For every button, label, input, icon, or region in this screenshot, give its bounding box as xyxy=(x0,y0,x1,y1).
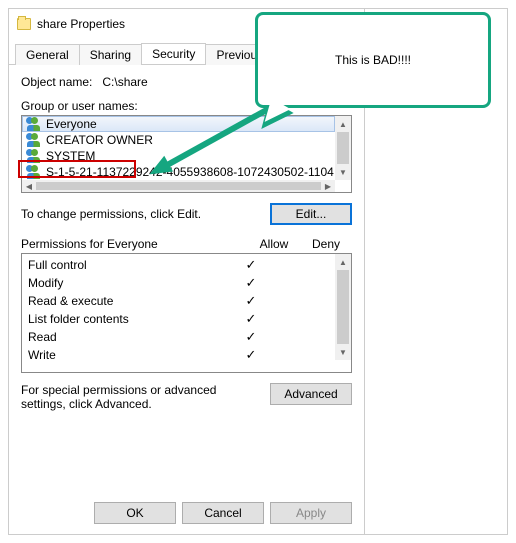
allow-header: Allow xyxy=(248,237,300,251)
permissions-header: Permissions for Everyone Allow Deny xyxy=(21,237,352,251)
permission-name: Full control xyxy=(28,258,225,272)
checkmark-icon: ✓ xyxy=(225,329,277,345)
scroll-thumb[interactable] xyxy=(337,132,349,164)
cancel-button[interactable]: Cancel xyxy=(182,502,264,524)
horizontal-scrollbar[interactable]: ◀ ▶ xyxy=(22,180,335,192)
edit-hint-text: To change permissions, click Edit. xyxy=(21,207,270,221)
permissions-listbox[interactable]: Full control✓Modify✓Read & execute✓List … xyxy=(21,253,352,373)
scroll-down-icon[interactable]: ▼ xyxy=(335,164,351,180)
checkmark-icon: ✓ xyxy=(225,311,277,327)
scroll-down-icon[interactable]: ▼ xyxy=(335,344,351,360)
permission-name: Modify xyxy=(28,276,225,290)
edit-row: To change permissions, click Edit. Edit.… xyxy=(21,203,352,225)
checkmark-icon: ✓ xyxy=(225,257,277,273)
permission-name: List folder contents xyxy=(28,312,225,326)
advanced-button[interactable]: Advanced xyxy=(270,383,352,405)
checkmark-icon: ✓ xyxy=(225,293,277,309)
scroll-thumb[interactable] xyxy=(337,270,349,344)
users-icon xyxy=(26,117,42,131)
vertical-scrollbar[interactable]: ▲ ▼ xyxy=(335,254,351,360)
annotation-arrow xyxy=(148,106,276,176)
permission-row: Modify✓ xyxy=(28,274,329,292)
deny-header: Deny xyxy=(300,237,352,251)
object-name-value: C:\share xyxy=(102,75,147,89)
apply-button[interactable]: Apply xyxy=(270,502,352,524)
permission-row: Read & execute✓ xyxy=(28,292,329,310)
permission-row: Write✓ xyxy=(28,346,329,364)
callout-text: This is BAD!!!! xyxy=(335,53,411,67)
highlight-rectangle xyxy=(18,160,136,178)
permission-name: Write xyxy=(28,348,225,362)
folder-icon xyxy=(17,18,31,30)
group-item-label: Everyone xyxy=(46,117,97,131)
scroll-left-icon[interactable]: ◀ xyxy=(22,180,36,192)
advanced-row: For special permissions or advanced sett… xyxy=(21,383,352,411)
window-title: share Properties xyxy=(37,17,125,31)
annotation-callout: This is BAD!!!! xyxy=(255,12,491,108)
permission-row: Full control✓ xyxy=(28,256,329,274)
object-name-label: Object name: xyxy=(21,75,92,89)
ok-button[interactable]: OK xyxy=(94,502,176,524)
scroll-thumb[interactable] xyxy=(36,182,321,190)
users-icon xyxy=(26,133,42,147)
scroll-up-icon[interactable]: ▲ xyxy=(335,254,351,270)
dialog-footer: OK Cancel Apply xyxy=(9,492,364,534)
permission-row: Read✓ xyxy=(28,328,329,346)
scroll-right-icon[interactable]: ▶ xyxy=(321,180,335,192)
tab-general[interactable]: General xyxy=(15,44,80,65)
checkmark-icon: ✓ xyxy=(225,275,277,291)
group-item-label: CREATOR OWNER xyxy=(46,133,153,147)
edit-button[interactable]: Edit... xyxy=(270,203,352,225)
vertical-scrollbar[interactable]: ▲ ▼ xyxy=(335,116,351,180)
permission-name: Read xyxy=(28,330,225,344)
tab-security[interactable]: Security xyxy=(141,43,206,64)
scroll-up-icon[interactable]: ▲ xyxy=(335,116,351,132)
tab-sharing[interactable]: Sharing xyxy=(79,44,142,65)
advanced-hint-text: For special permissions or advanced sett… xyxy=(21,383,260,411)
permissions-for-label: Permissions for Everyone xyxy=(21,237,248,251)
permission-name: Read & execute xyxy=(28,294,225,308)
checkmark-icon: ✓ xyxy=(225,347,277,363)
permission-row: List folder contents✓ xyxy=(28,310,329,328)
